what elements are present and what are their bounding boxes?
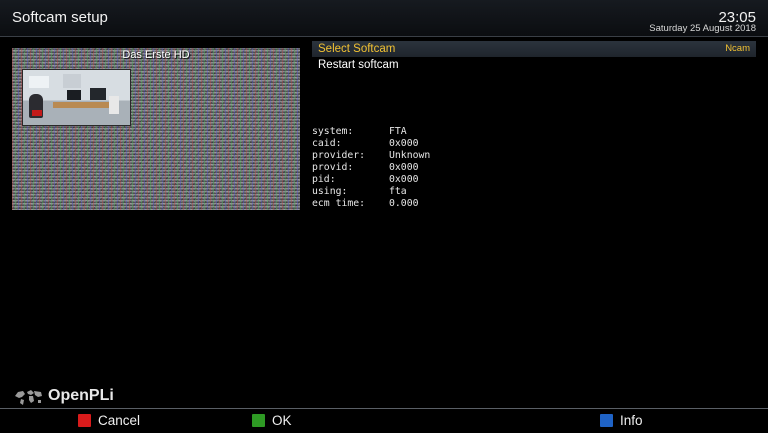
cancel-label: Cancel	[98, 413, 141, 428]
page-title: Softcam setup	[12, 9, 108, 26]
ok-button[interactable]: OK	[252, 413, 292, 429]
menu-item-restart-softcam[interactable]: Restart softcam	[312, 57, 756, 73]
info-key: provider:	[312, 150, 366, 161]
info-row-caid: caid: 0x000	[312, 138, 430, 150]
info-value: 0x000	[389, 162, 419, 173]
menu-item-label: Restart softcam	[318, 59, 399, 71]
clock-date: Saturday 25 August 2018	[649, 23, 756, 34]
info-value: fta	[389, 186, 407, 197]
info-row-ecm-time: ecm time: 0.000	[312, 198, 430, 210]
info-key: using:	[312, 186, 348, 197]
info-key: provid:	[312, 162, 354, 173]
info-row-pid: pid: 0x000	[312, 174, 430, 186]
menu-item-label: Select Softcam	[318, 43, 396, 55]
red-key-icon	[78, 414, 91, 427]
ok-label: OK	[272, 413, 292, 428]
info-label: Info	[620, 413, 643, 428]
info-value: Unknown	[389, 150, 431, 161]
title-bar: Softcam setup 23:05 Saturday 25 August 2…	[0, 0, 768, 37]
ecm-info-panel: system: FTA caid: 0x000 provider: Unknown p…	[312, 126, 430, 210]
info-row-provider: provider: Unknown	[312, 150, 430, 162]
info-key: caid:	[312, 138, 342, 149]
info-value: 0x000	[389, 174, 419, 185]
menu-item-select-softcam[interactable]: Select Softcam Ncam	[312, 41, 756, 57]
green-key-icon	[252, 414, 265, 427]
tv-preview: Das Erste HD	[12, 48, 300, 210]
info-row-system: system: FTA	[312, 126, 430, 138]
info-key: pid:	[312, 174, 336, 185]
cancel-button[interactable]: Cancel	[78, 413, 140, 429]
color-key-bar: Cancel OK Info	[0, 408, 768, 433]
softcam-value: Ncam	[725, 43, 750, 54]
info-button[interactable]: Info	[600, 413, 643, 429]
info-value: 0x000	[389, 138, 419, 149]
globe-map-icon	[15, 390, 42, 405]
video-inset	[22, 69, 131, 126]
softcam-menu: Select Softcam Ncam Restart softcam	[312, 41, 756, 73]
info-value: 0.000	[389, 198, 419, 209]
info-row-provid: provid: 0x000	[312, 162, 430, 174]
info-key: system:	[312, 126, 354, 137]
info-row-using: using: fta	[312, 186, 430, 198]
blue-key-icon	[600, 414, 613, 427]
info-key: ecm time:	[312, 198, 366, 209]
channel-name: Das Erste HD	[122, 49, 190, 61]
info-value: FTA	[389, 126, 407, 137]
brand-name: OpenPLi	[48, 387, 114, 404]
